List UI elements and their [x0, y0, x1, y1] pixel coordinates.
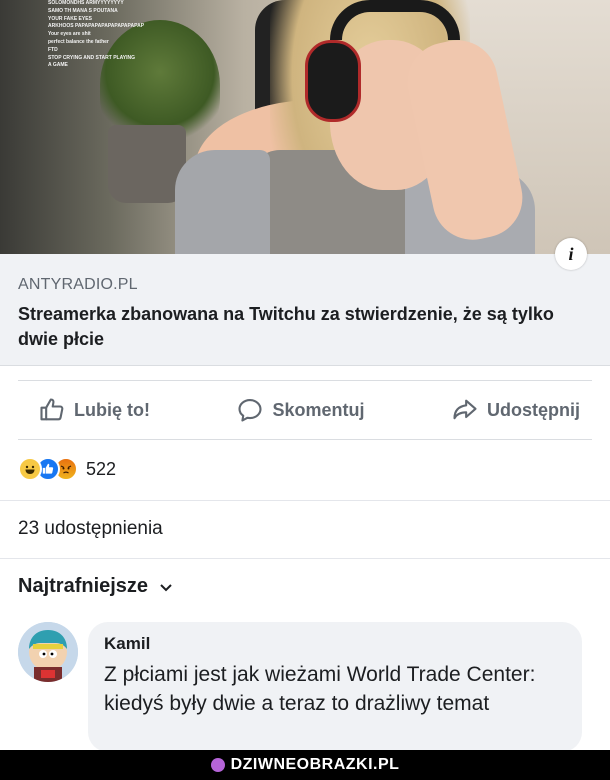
avatar[interactable]: [18, 622, 78, 682]
chat-line: perfect balance the father: [48, 38, 109, 45]
link-preview[interactable]: ANTYRADIO.PL Streamerka zbanowana na Twi…: [0, 254, 610, 366]
watermark-bar: DZIWNEOBRAZKI.PL: [0, 750, 610, 780]
cardigan-left: [175, 150, 270, 254]
headphones-band: [330, 0, 460, 40]
site-logo-icon: [210, 758, 225, 772]
chat-line: SOLOMONDHS ARMYYYYYYYY: [48, 0, 124, 6]
info-icon[interactable]: i: [555, 238, 587, 270]
info-icon-glyph: i: [568, 243, 574, 264]
haha-reaction-icon: [18, 457, 42, 481]
chat-line: YOUR FAKE EYES: [48, 15, 92, 22]
like-button[interactable]: Lubię to!: [38, 396, 150, 424]
chat-line: ARKHOOS PAPAPAPAPAPAPAPAPAPAP: [48, 23, 145, 30]
watermark-text: DZIWNEOBRAZKI.PL: [230, 756, 400, 773]
thumbs-up-icon: [40, 398, 64, 421]
comment-sort-dropdown[interactable]: Najtrafniejsze: [18, 575, 174, 598]
link-headline[interactable]: Streamerka zbanowana na Twitchu za stwie…: [18, 302, 592, 352]
share-label: Udostępnij: [487, 399, 580, 420]
comment-icon: [238, 399, 263, 422]
link-domain: ANTYRADIO.PL: [18, 276, 138, 293]
stream-chat-overlay: SOLOMONDHS ARMYYYYYYYY SAMO TH MANA S PO…: [0, 0, 160, 100]
comment-label: Skomentuj: [272, 399, 365, 420]
action-bar: Lubię to! Skomentuj Udostępnij: [18, 380, 592, 440]
headphones-icon: [305, 40, 361, 122]
divider: [0, 500, 610, 501]
share-arrow-icon: [453, 399, 477, 420]
comment-button[interactable]: Skomentuj: [236, 396, 365, 424]
post-image[interactable]: SOLOMONDHS ARMYYYYYYYY SAMO TH MANA S PO…: [0, 0, 610, 254]
chat-line: A GAME: [48, 62, 68, 69]
chat-line: Your eyes are shit: [48, 31, 91, 38]
divider: [0, 558, 610, 559]
comment-author[interactable]: Kamil: [104, 634, 566, 654]
reactions-summary[interactable]: 522: [18, 455, 116, 483]
sort-label: Najtrafniejsze: [18, 575, 149, 597]
chat-line: STOP CRYING AND START PLAYING: [48, 54, 135, 61]
comment-text: Z płciami jest jak wieżami World Trade C…: [104, 663, 536, 715]
reaction-count: 522: [86, 458, 117, 479]
chat-line: SAMO TH MANA S POUTANA: [48, 7, 118, 14]
chevron-down-icon: [160, 583, 172, 591]
comment-bubble[interactable]: Kamil Z płciami jest jak wieżami World T…: [88, 622, 582, 752]
chat-line: FTD: [48, 46, 58, 53]
shares-count[interactable]: 23 udostępnienia: [18, 518, 163, 540]
like-label: Lubię to!: [74, 399, 150, 420]
share-button[interactable]: Udostępnij: [451, 396, 580, 424]
